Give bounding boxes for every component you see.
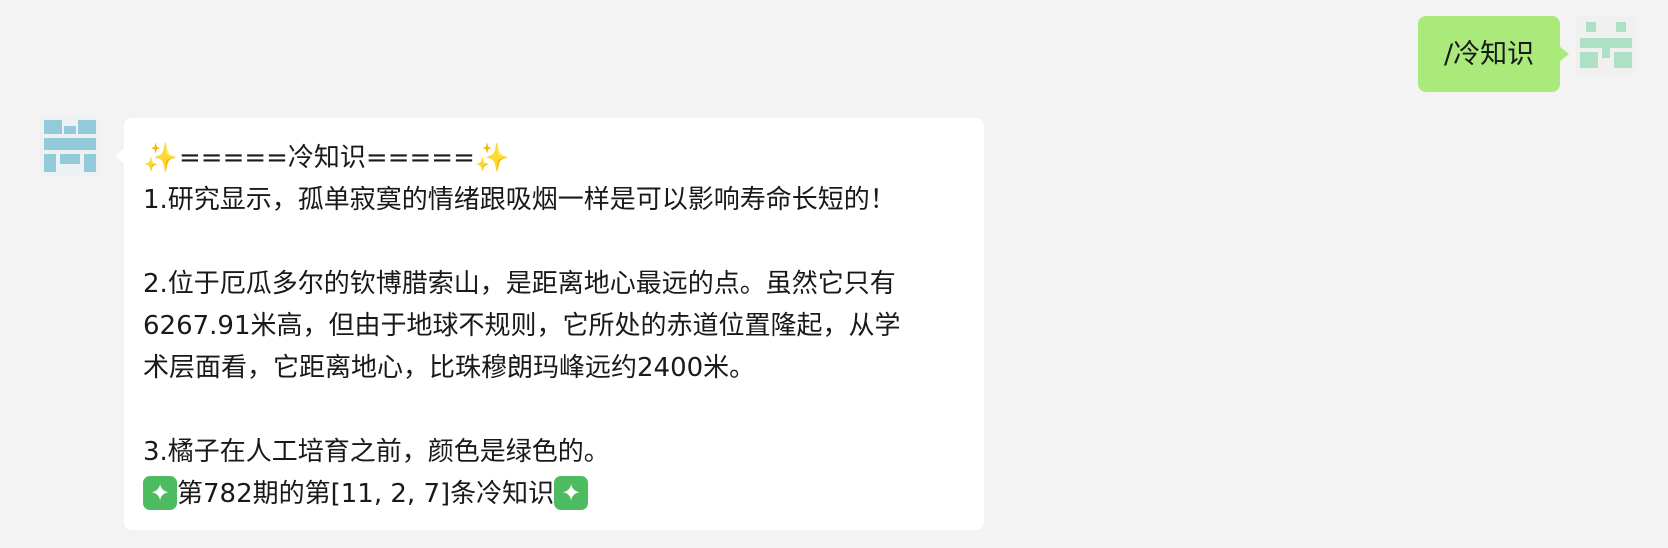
message-line: 2.位于厄瓜多尔的钦博腊索山，是距离地心最远的点。虽然它只有 [143, 269, 896, 299]
footer-text: 第782期的第[11, 2, 7]条冷知识 [177, 479, 555, 509]
message-footer: ✦ 第782期的第[11, 2, 7]条冷知识 ✦ [143, 473, 962, 515]
incoming-message-bubble[interactable]: ✨=====冷知识=====✨ 1.研究显示，孤单寂寞的情绪跟吸烟一样是可以影响… [115, 118, 984, 530]
chat-window: /冷知识 ✨=====冷知识=====✨ 1.研究显示，孤单寂寞的情绪跟吸烟一样… [0, 0, 1668, 548]
outgoing-message-bubble[interactable]: /冷知识 [1418, 16, 1570, 92]
outgoing-message-text: /冷知识 [1444, 38, 1535, 70]
message-line: 6267.91米高，但由于地球不规则，它所处的赤道位置隆起，从学 [143, 311, 901, 341]
message-line: 1.研究显示，孤单寂寞的情绪跟吸烟一样是可以影响寿命长短的！ [143, 185, 896, 215]
message-line: 术层面看，它距离地心，比珠穆朗玛峰远约2400米。 [143, 353, 756, 383]
sparkle-box-icon: ✦ [554, 475, 589, 510]
sparkle-box-icon: ✦ [143, 475, 177, 510]
sparkles-icon: ✨ [474, 141, 510, 174]
bot-avatar[interactable] [40, 116, 100, 176]
user-avatar[interactable] [1576, 16, 1636, 76]
message-line: 3.橘子在人工培育之前，颜色是绿色的。 [143, 437, 610, 467]
header-text: =====冷知识===== [179, 143, 475, 173]
sparkles-icon: ✨ [143, 141, 178, 174]
identicon-icon [44, 120, 96, 172]
message-header: ✨=====冷知识=====✨ [143, 137, 962, 179]
identicon-icon [1580, 22, 1632, 68]
